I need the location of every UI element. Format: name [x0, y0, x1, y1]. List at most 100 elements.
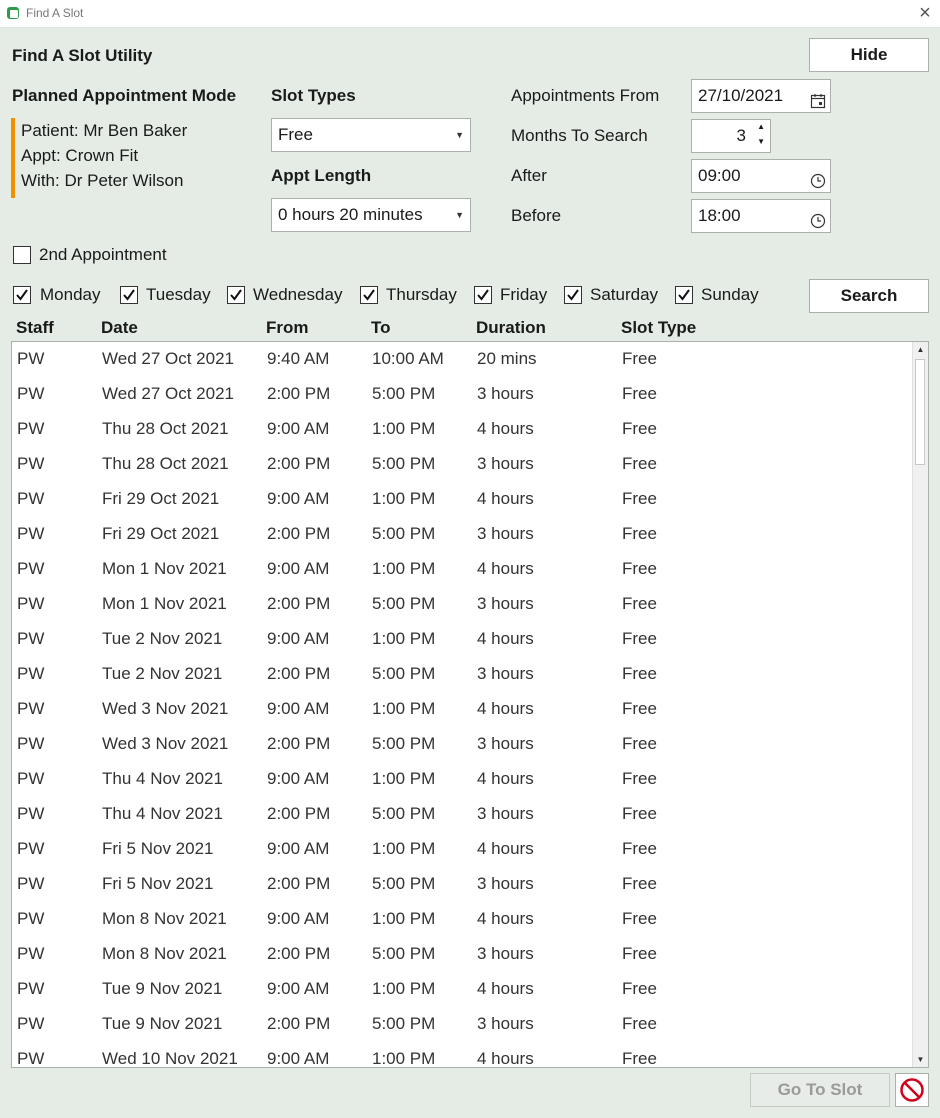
cell-to: 5:00 PM [372, 944, 436, 963]
friday-label: Friday [500, 285, 548, 304]
cell-to: 5:00 PM [372, 874, 436, 893]
table-row[interactable]: PW Mon 1 Nov 2021 2:00 PM 5:00 PM 3 hours Fre… [12, 587, 915, 622]
cell-staff: PW [17, 454, 45, 473]
table-row[interactable]: PW Fri 29 Oct 2021 2:00 PM 5:00 PM 3 hours Fr… [12, 517, 915, 552]
cell-from: 9:00 AM [267, 419, 330, 438]
table-row[interactable]: PW Wed 10 Nov 2021 9:00 AM 1:00 PM 4 hours Fr… [12, 1042, 915, 1068]
table-row[interactable]: PW Mon 8 Nov 2021 9:00 AM 1:00 PM 4 hours Fre… [12, 902, 915, 937]
tuesday-checkbox[interactable] [120, 286, 138, 304]
cell-duration: 20 mins [477, 349, 537, 368]
saturday-label: Saturday [590, 285, 659, 304]
appt-length-select[interactable]: 0 hours 20 minutes ▼ [271, 198, 471, 232]
column-header-duration[interactable]: Duration [476, 318, 546, 338]
cell-to: 5:00 PM [372, 664, 436, 683]
friday-checkbox[interactable] [474, 286, 492, 304]
column-header-slot-type[interactable]: Slot Type [621, 318, 696, 338]
table-row[interactable]: PW Wed 27 Oct 2021 2:00 PM 5:00 PM 3 hours Fr… [12, 377, 915, 412]
cell-staff: PW [17, 979, 45, 998]
saturday-checkbox[interactable] [564, 286, 582, 304]
table-row[interactable]: PW Tue 9 Nov 2021 9:00 AM 1:00 PM 4 hours Fre… [12, 972, 915, 1007]
cell-to: 5:00 PM [372, 804, 436, 823]
cell-date: Wed 3 Nov 2021 [102, 734, 229, 753]
table-row[interactable]: PW Thu 4 Nov 2021 2:00 PM 5:00 PM 3 hours Fre… [12, 797, 915, 832]
no-entry-icon [900, 1078, 924, 1102]
after-label: After [511, 166, 547, 185]
cell-from: 9:00 AM [267, 559, 330, 578]
cell-from: 9:00 AM [267, 909, 330, 928]
table-row[interactable]: PW Wed 3 Nov 2021 2:00 PM 5:00 PM 3 hours Fre… [12, 727, 915, 762]
clock-icon[interactable] [810, 208, 826, 229]
scroll-up-icon[interactable]: ▲ [913, 342, 928, 357]
cell-from: 9:00 AM [267, 699, 330, 718]
cell-date: Fri 5 Nov 2021 [102, 839, 214, 858]
cell-slot-type: Free [622, 839, 657, 858]
monday-checkbox[interactable] [13, 286, 31, 304]
close-icon[interactable]: × [914, 2, 936, 24]
appointments-from-date[interactable]: 27/10/2021 [691, 79, 831, 113]
slot-types-select[interactable]: Free ▼ [271, 118, 471, 152]
cell-to: 1:00 PM [372, 559, 436, 578]
cell-duration: 4 hours [477, 489, 534, 508]
cell-duration: 4 hours [477, 419, 534, 438]
table-row[interactable]: PW Fri 29 Oct 2021 9:00 AM 1:00 PM 4 hours Fr… [12, 482, 915, 517]
table-row[interactable]: PW Tue 2 Nov 2021 9:00 AM 1:00 PM 4 hours Fre… [12, 622, 915, 657]
cell-date: Tue 2 Nov 2021 [102, 629, 223, 648]
cell-date: Wed 10 Nov 2021 [102, 1049, 238, 1068]
appt-length-label: Appt Length [271, 166, 372, 185]
cell-slot-type: Free [622, 734, 657, 753]
calendar-icon[interactable] [810, 88, 826, 109]
second-appointment-checkbox[interactable] [13, 246, 31, 264]
hide-button[interactable]: Hide [809, 38, 929, 72]
clock-icon[interactable] [810, 168, 826, 189]
table-row[interactable]: PW Mon 8 Nov 2021 2:00 PM 5:00 PM 3 hours Fre… [12, 937, 915, 972]
wednesday-checkbox[interactable] [227, 286, 245, 304]
cell-duration: 3 hours [477, 664, 534, 683]
vertical-scrollbar[interactable]: ▲ ▼ [912, 342, 928, 1067]
go-to-slot-button[interactable]: Go To Slot [750, 1073, 890, 1107]
table-row[interactable]: PW Tue 9 Nov 2021 2:00 PM 5:00 PM 3 hours Fre… [12, 1007, 915, 1042]
table-row[interactable]: PW Wed 3 Nov 2021 9:00 AM 1:00 PM 4 hours Fre… [12, 692, 915, 727]
cell-date: Tue 2 Nov 2021 [102, 664, 223, 683]
table-row[interactable]: PW Thu 28 Oct 2021 2:00 PM 5:00 PM 3 hours Fr… [12, 447, 915, 482]
cell-to: 5:00 PM [372, 454, 436, 473]
table-row[interactable]: PW Mon 1 Nov 2021 9:00 AM 1:00 PM 4 hours Fre… [12, 552, 915, 587]
months-to-search-stepper[interactable]: 3 ▲ ▼ [691, 119, 771, 153]
cell-from: 9:00 AM [267, 769, 330, 788]
cell-from: 9:00 AM [267, 629, 330, 648]
scroll-down-icon[interactable]: ▼ [913, 1052, 928, 1067]
cell-from: 2:00 PM [267, 1014, 331, 1033]
thursday-checkbox[interactable] [360, 286, 378, 304]
table-row[interactable]: PW Wed 27 Oct 2021 9:40 AM 10:00 AM 20 mins F… [12, 342, 915, 377]
stepper-down-icon[interactable]: ▼ [757, 126, 765, 158]
before-time[interactable]: 18:00 [691, 199, 831, 233]
column-header-staff[interactable]: Staff [16, 318, 54, 338]
table-header: Staff Date From To Duration Slot Type [11, 318, 929, 340]
column-header-from[interactable]: From [266, 318, 309, 338]
checkmark-icon [123, 289, 135, 301]
table-row[interactable]: PW Fri 5 Nov 2021 2:00 PM 5:00 PM 3 hours Fre… [12, 867, 915, 902]
cell-to: 1:00 PM [372, 909, 436, 928]
column-header-to[interactable]: To [371, 318, 391, 338]
cancel-button[interactable] [895, 1073, 929, 1107]
cell-date: Fri 5 Nov 2021 [102, 874, 214, 893]
after-time[interactable]: 09:00 [691, 159, 831, 193]
table-row[interactable]: PW Fri 5 Nov 2021 9:00 AM 1:00 PM 4 hours Fre… [12, 832, 915, 867]
cell-duration: 4 hours [477, 979, 534, 998]
cell-date: Tue 9 Nov 2021 [102, 979, 223, 998]
cell-date: Mon 8 Nov 2021 [102, 944, 227, 963]
cell-duration: 4 hours [477, 839, 534, 858]
search-button[interactable]: Search [809, 279, 929, 313]
cell-slot-type: Free [622, 664, 657, 683]
cell-to: 1:00 PM [372, 629, 436, 648]
cell-to: 1:00 PM [372, 489, 436, 508]
table-row[interactable]: PW Tue 2 Nov 2021 2:00 PM 5:00 PM 3 hours Fre… [12, 657, 915, 692]
sunday-checkbox[interactable] [675, 286, 693, 304]
column-header-date[interactable]: Date [101, 318, 138, 338]
slots-table[interactable]: PW Wed 27 Oct 2021 9:40 AM 10:00 AM 20 mins F… [11, 341, 929, 1068]
scrollbar-thumb[interactable] [915, 359, 925, 465]
cell-date: Wed 3 Nov 2021 [102, 699, 229, 718]
table-row[interactable]: PW Thu 28 Oct 2021 9:00 AM 1:00 PM 4 hours Fr… [12, 412, 915, 447]
table-row[interactable]: PW Thu 4 Nov 2021 9:00 AM 1:00 PM 4 hours Fre… [12, 762, 915, 797]
slot-types-label: Slot Types [271, 86, 356, 105]
cell-duration: 3 hours [477, 804, 534, 823]
